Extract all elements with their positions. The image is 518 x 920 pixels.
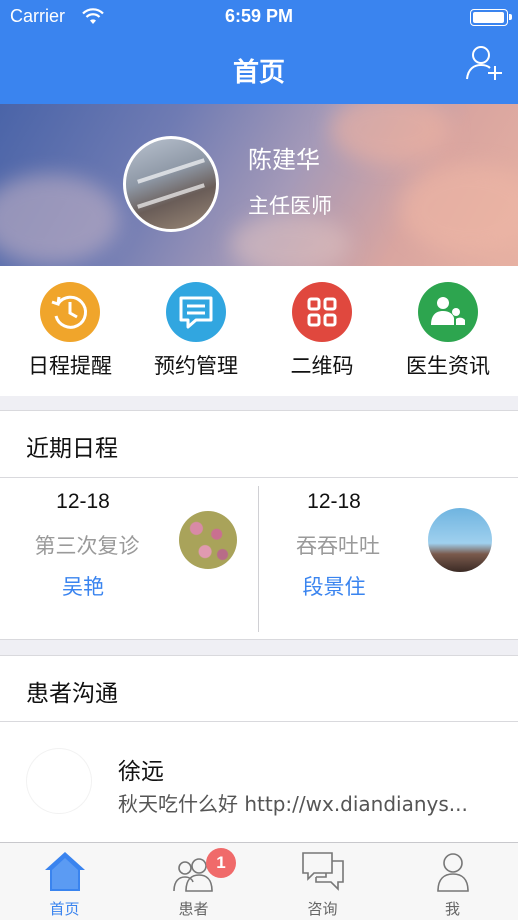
quick-action-qrcode[interactable]: 二维码 — [257, 266, 387, 396]
tab-label: 我 — [444, 900, 460, 918]
chat-list-item[interactable]: 徐远 秋天吃什么好 http://wx.diandianys... — [0, 722, 518, 842]
quick-action-label: 医生资讯 — [406, 354, 490, 378]
avatar-photo-detail — [137, 183, 205, 209]
tab-bar: 首页 患者 咨询 我 1 — [0, 842, 518, 920]
tab-label: 患者 — [178, 900, 209, 918]
schedule-date: 12-18 — [56, 490, 110, 513]
tab-me[interactable]: 我 — [388, 843, 517, 920]
tab-patients[interactable]: 患者 — [129, 843, 258, 920]
section-title: 近期日程 — [26, 436, 118, 462]
profile-header[interactable]: 陈建华 主任医师 — [0, 104, 518, 266]
section-title: 患者沟通 — [26, 681, 118, 707]
avatar-photo-detail — [137, 158, 205, 184]
schedule-item[interactable]: 12-18 第三次复诊 吴艳 — [0, 478, 259, 640]
schedule-patient-name[interactable]: 吴艳 — [0, 571, 166, 601]
status-bar: Carrier 6:59 PM — [0, 0, 518, 36]
page-title: 首页 — [232, 58, 285, 88]
doctor-avatar[interactable] — [123, 136, 219, 232]
quick-action-news[interactable]: 医生资讯 — [383, 266, 513, 396]
quick-action-appointments[interactable]: 预约管理 — [131, 266, 261, 396]
people-icon — [418, 282, 478, 342]
add-user-icon[interactable] — [464, 42, 506, 84]
grid-icon — [292, 282, 352, 342]
quick-actions: 日程提醒 预约管理 二维码 医生资讯 — [0, 266, 518, 396]
quick-action-label: 日程提醒 — [28, 354, 112, 378]
chat-message-preview: 秋天吃什么好 http://wx.diandianys... — [118, 792, 468, 816]
battery-icon — [470, 9, 512, 26]
tab-label: 首页 — [49, 900, 80, 918]
background-cloud — [400, 164, 518, 254]
schedule-list: 12-18 第三次复诊 吴艳 12-18 吞吞吐吐 段景住 — [0, 478, 518, 640]
schedule-section-header[interactable]: 近期日程 — [0, 410, 518, 478]
home-icon — [45, 852, 85, 891]
quick-action-label: 二维码 — [290, 354, 354, 378]
schedule-item[interactable]: 12-18 吞吞吐吐 段景住 — [251, 478, 510, 640]
doctor-title: 主任医师 — [248, 194, 332, 218]
chat-bubbles-icon — [302, 852, 344, 891]
schedule-patient-name[interactable]: 段景住 — [251, 571, 417, 601]
nav-bar: 首页 — [0, 36, 518, 104]
chat-avatar — [26, 748, 92, 814]
background-cloud — [230, 214, 350, 266]
clock: 6:59 PM — [224, 6, 294, 26]
clock-history-icon — [40, 282, 100, 342]
tab-home[interactable]: 首页 — [0, 843, 129, 920]
patient-avatar — [428, 508, 492, 572]
schedule-date: 12-18 — [307, 490, 361, 513]
tab-label: 咨询 — [307, 900, 338, 918]
schedule-description: 吞吞吐吐 — [296, 534, 380, 558]
schedule-description: 第三次复诊 — [34, 534, 140, 558]
patient-avatar — [179, 511, 237, 569]
quick-action-label: 预约管理 — [154, 354, 238, 378]
person-icon — [437, 853, 469, 892]
message-icon — [166, 282, 226, 342]
chat-contact-name: 徐远 — [118, 759, 164, 785]
background-cloud — [330, 104, 450, 164]
quick-action-schedule[interactable]: 日程提醒 — [5, 266, 135, 396]
communication-section-header[interactable]: 患者沟通 — [0, 655, 518, 722]
background-cloud — [0, 174, 120, 264]
unread-badge: 1 — [206, 848, 236, 878]
tab-consult[interactable]: 咨询 — [258, 843, 387, 920]
doctor-name: 陈建华 — [248, 146, 320, 174]
